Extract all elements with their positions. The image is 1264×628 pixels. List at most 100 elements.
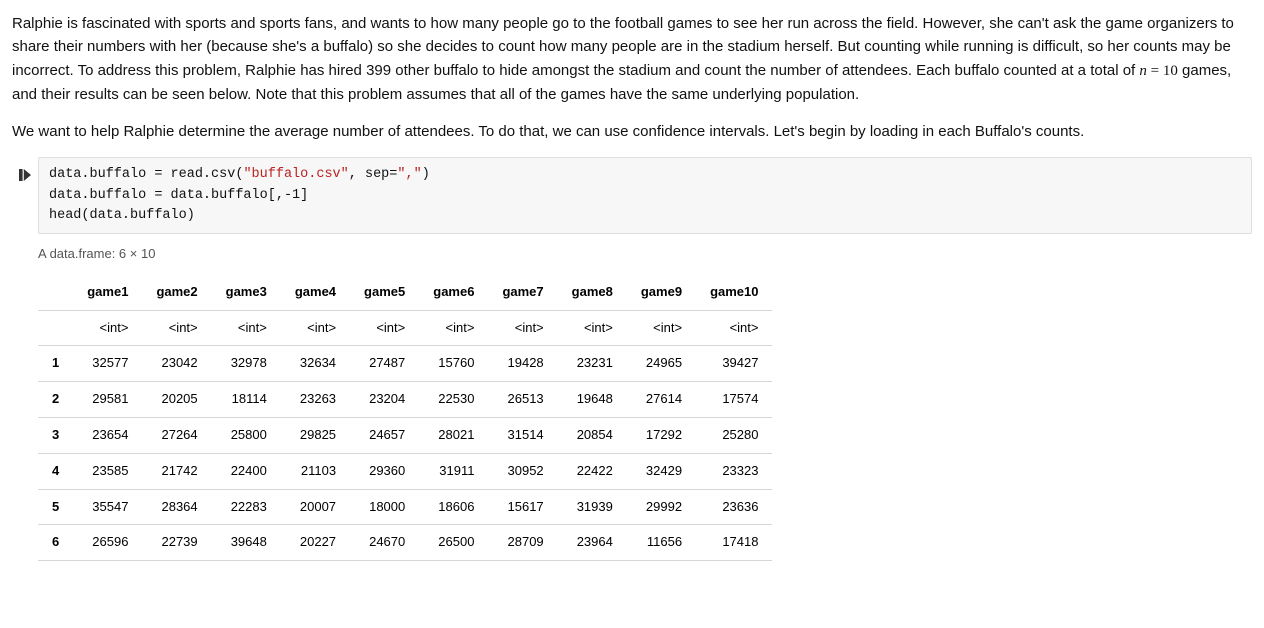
cell: 24657 [350,417,419,453]
table-row: 3236542726425800298252465728021315142085… [38,417,772,453]
cell: 20007 [281,489,350,525]
cell: 32634 [281,346,350,382]
cell: 32577 [73,346,142,382]
cell: 18114 [212,382,281,418]
cell: 28364 [142,489,211,525]
col-header: game10 [696,275,772,310]
cell: 23323 [696,453,772,489]
cell: 17292 [627,417,696,453]
table-row: 4235852174222400211032936031911309522242… [38,453,772,489]
cell: 21103 [281,453,350,489]
cell: 22530 [419,382,488,418]
run-icon[interactable] [19,166,31,181]
cell: 17574 [696,382,772,418]
dtype-cell: <int> [350,310,419,346]
math-eq: = [1147,63,1163,79]
table-row: 6265962273939648202272467026500287092396… [38,525,772,561]
narrative-text: Ralphie is fascinated with sports and sp… [12,12,1252,143]
col-header: game6 [419,275,488,310]
cell: 27264 [142,417,211,453]
cell: 29360 [350,453,419,489]
cell: 20227 [281,525,350,561]
math-n: n [1139,63,1147,79]
col-header: game7 [488,275,557,310]
col-header: game5 [350,275,419,310]
cell: 17418 [696,525,772,561]
paragraph-1-pre: Ralphie is fascinated with sports and sp… [12,15,1234,79]
dtype-cell: <int> [281,310,350,346]
cell: 29992 [627,489,696,525]
cell: 26513 [488,382,557,418]
cell: 20854 [558,417,627,453]
dtype-cell: <int> [696,310,772,346]
code-cell: data.buffalo = read.csv("buffalo.csv", s… [12,157,1252,234]
col-header: game8 [558,275,627,310]
cell: 29581 [73,382,142,418]
dtype-cell: <int> [73,310,142,346]
row-index: 4 [38,453,73,489]
cell: 25280 [696,417,772,453]
cell: 18606 [419,489,488,525]
cell: 23636 [696,489,772,525]
dtype-cell: <int> [558,310,627,346]
cell: 11656 [627,525,696,561]
cell: 15760 [419,346,488,382]
cell: 21742 [142,453,211,489]
dataframe-caption: A data.frame: 6 × 10 [38,244,1252,265]
cell: 39648 [212,525,281,561]
cell: 26596 [73,525,142,561]
run-gutter[interactable] [12,157,38,234]
cell: 24965 [627,346,696,382]
row-index: 3 [38,417,73,453]
cell: 23042 [142,346,211,382]
col-header: game1 [73,275,142,310]
cell: 18000 [350,489,419,525]
cell: 24670 [350,525,419,561]
row-index: 6 [38,525,73,561]
output-area: A data.frame: 6 × 10 game1 game2 game3 g… [38,244,1252,561]
cell: 19428 [488,346,557,382]
cell: 22422 [558,453,627,489]
cell: 32978 [212,346,281,382]
cell: 23263 [281,382,350,418]
col-header: game4 [281,275,350,310]
table-row: 5355472836422283200071800018606156173193… [38,489,772,525]
cell: 35547 [73,489,142,525]
row-index: 2 [38,382,73,418]
cell: 19648 [558,382,627,418]
dtype-cell: <int> [142,310,211,346]
cell: 15617 [488,489,557,525]
cell: 23964 [558,525,627,561]
cell: 28709 [488,525,557,561]
cell: 30952 [488,453,557,489]
cell: 27487 [350,346,419,382]
dataframe-table: game1 game2 game3 game4 game5 game6 game… [38,275,772,561]
cell: 23231 [558,346,627,382]
col-header: game9 [627,275,696,310]
cell: 22739 [142,525,211,561]
code-input[interactable]: data.buffalo = read.csv("buffalo.csv", s… [38,157,1252,234]
cell: 20205 [142,382,211,418]
cell: 25800 [212,417,281,453]
cell: 23204 [350,382,419,418]
cell: 31514 [488,417,557,453]
cell: 29825 [281,417,350,453]
row-index: 1 [38,346,73,382]
cell: 22283 [212,489,281,525]
table-row: 2295812020518114232632320422530265131964… [38,382,772,418]
cell: 27614 [627,382,696,418]
cell: 39427 [696,346,772,382]
row-index: 5 [38,489,73,525]
table-row: 1325772304232978326342748715760194282323… [38,346,772,382]
cell: 22400 [212,453,281,489]
dtype-row: <int> <int> <int> <int> <int> <int> <int… [38,310,772,346]
cell: 32429 [627,453,696,489]
paragraph-2: We want to help Ralphie determine the av… [12,120,1252,143]
cell: 23585 [73,453,142,489]
col-header: game2 [142,275,211,310]
math-n-value: 10 [1163,63,1178,79]
cell: 31911 [419,453,488,489]
cell: 23654 [73,417,142,453]
cell: 31939 [558,489,627,525]
dtype-cell: <int> [488,310,557,346]
